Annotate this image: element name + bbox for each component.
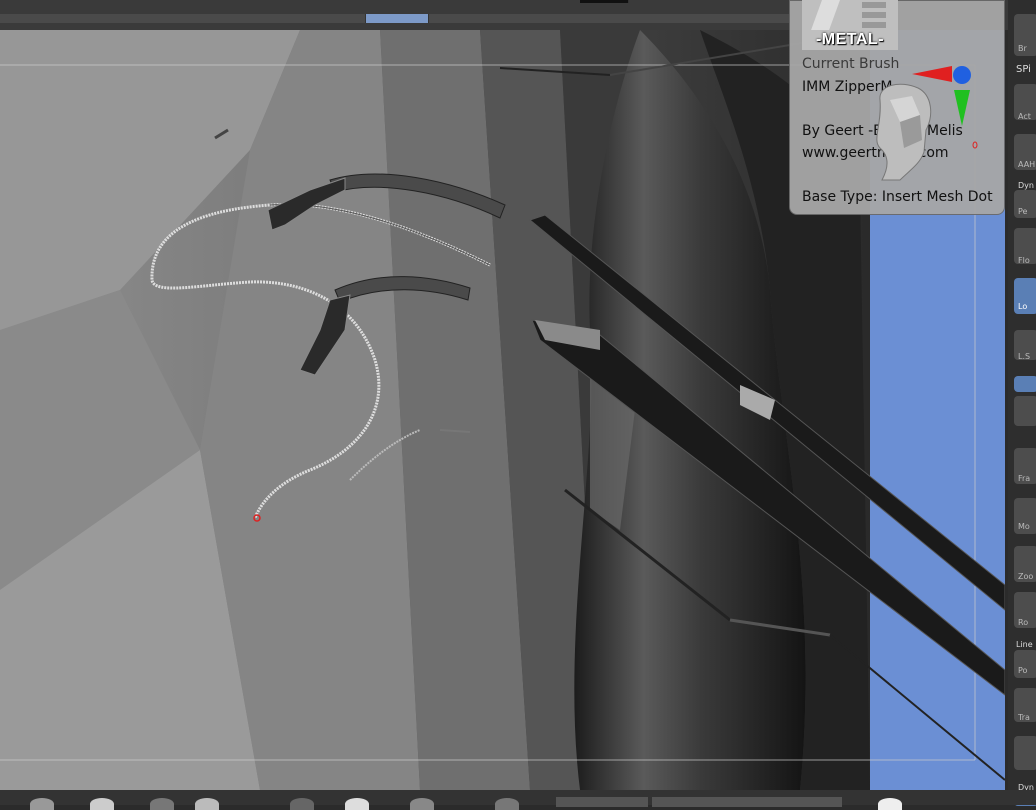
shelf-label: AAH — [1018, 160, 1036, 169]
shelf-label: Act — [1018, 112, 1031, 121]
sphere-icon[interactable] — [410, 798, 434, 810]
shelf-label: Dyn — [1018, 181, 1034, 190]
toolbar-segment-active[interactable] — [366, 14, 429, 23]
brush-icon[interactable] — [150, 798, 174, 810]
shelf-label: Mo — [1018, 522, 1030, 531]
toolbar-segment[interactable] — [120, 14, 241, 23]
sphere-icon[interactable] — [90, 798, 114, 810]
shelf-label: Br — [1018, 44, 1027, 53]
sphere-icon[interactable] — [195, 798, 219, 810]
shelf-label: Line — [1016, 640, 1033, 649]
xyz-button[interactable] — [1014, 376, 1036, 392]
shelf-label: Tra — [1018, 713, 1030, 722]
head-icon — [876, 83, 932, 181]
toolbar-segment[interactable] — [240, 14, 366, 23]
shelf-label: Pe — [1018, 207, 1028, 216]
sphere-icon[interactable] — [495, 798, 519, 810]
texture-slot[interactable] — [652, 797, 842, 807]
material-slot[interactable] — [556, 797, 648, 807]
shelf-label: Ro — [1018, 618, 1029, 627]
toolbar-segment[interactable] — [429, 14, 790, 23]
shelf-label: Flo — [1018, 256, 1030, 265]
brush-icon[interactable] — [290, 798, 314, 810]
rotate-axis-button[interactable] — [1014, 396, 1036, 426]
toolbar-indicator — [580, 0, 629, 3]
sphere-icon[interactable] — [878, 798, 902, 810]
shelf-label: Lo — [1018, 302, 1028, 311]
toolbar-segment[interactable] — [0, 14, 121, 23]
shelf-label: SPi — [1016, 64, 1031, 75]
brush-icon[interactable] — [30, 798, 54, 810]
shelf-label: Fra — [1018, 474, 1031, 483]
shelf-label: Zoo — [1018, 572, 1034, 581]
shelf-label: L.S — [1018, 352, 1031, 361]
shelf-label: Po — [1018, 666, 1028, 675]
brush-thumbnail-label: -METAL- — [815, 31, 885, 48]
axis-gizmo-icon[interactable] — [860, 60, 985, 195]
ghost-button[interactable] — [1014, 736, 1036, 770]
sphere-icon[interactable] — [345, 798, 369, 810]
